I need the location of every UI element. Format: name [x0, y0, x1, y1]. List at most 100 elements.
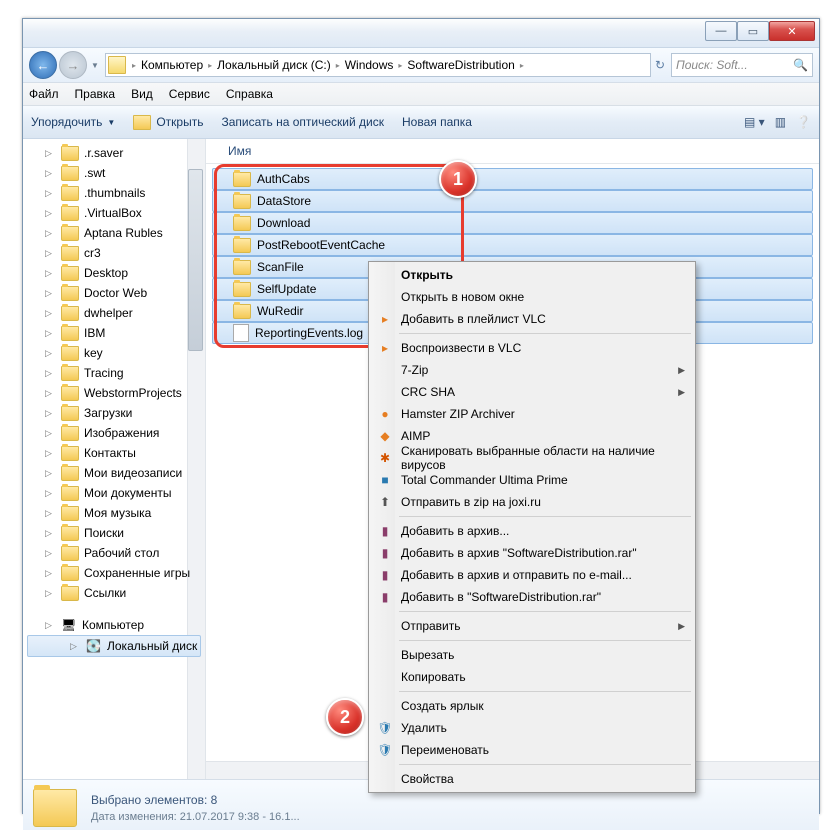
expand-icon[interactable]: ▷	[45, 328, 52, 339]
expand-icon[interactable]: ▷	[45, 488, 52, 499]
refresh-icon[interactable]: ↻	[655, 58, 665, 72]
expand-icon[interactable]: ▷	[45, 548, 52, 559]
context-menu-item[interactable]: Открыть	[371, 264, 693, 286]
expand-icon[interactable]: ▷	[70, 641, 77, 652]
sidebar-item[interactable]: ▷Aptana Rubles	[23, 223, 205, 243]
expand-icon[interactable]: ▷	[45, 588, 52, 599]
menu-edit[interactable]: Правка	[75, 87, 116, 101]
expand-icon[interactable]: ▷	[45, 168, 52, 179]
expand-icon[interactable]: ▷	[45, 388, 52, 399]
sidebar-item[interactable]: ▷Desktop	[23, 263, 205, 283]
crumb-softwaredistribution[interactable]: SoftwareDistribution	[404, 58, 517, 72]
context-menu-item[interactable]: ▮Добавить в "SoftwareDistribution.rar"	[371, 586, 693, 608]
sidebar-item[interactable]: ▷Tracing	[23, 363, 205, 383]
context-menu-item[interactable]: CRC SHA▶	[371, 381, 693, 403]
context-menu-item[interactable]: Отправить▶	[371, 615, 693, 637]
menu-view[interactable]: Вид	[131, 87, 153, 101]
sidebar-item[interactable]: ▷.r.saver	[23, 143, 205, 163]
expand-icon[interactable]: ▷	[45, 288, 52, 299]
context-menu-item[interactable]: ⬆Отправить в zip на joxi.ru	[371, 491, 693, 513]
sidebar-item[interactable]: ▷Изображения	[23, 423, 205, 443]
sidebar-item[interactable]: ▷key	[23, 343, 205, 363]
preview-pane-button[interactable]: ▥	[775, 115, 786, 129]
file-item[interactable]: DataStore	[212, 190, 813, 212]
sidebar-item[interactable]: ▷cr3	[23, 243, 205, 263]
sidebar-item[interactable]: ▷Ссылки	[23, 583, 205, 603]
context-menu-item[interactable]: ▮Добавить в архив и отправить по e-mail.…	[371, 564, 693, 586]
close-button[interactable]: ✕	[769, 21, 815, 41]
expand-icon[interactable]: ▷	[45, 448, 52, 459]
expand-icon[interactable]: ▷	[45, 308, 52, 319]
sidebar-item[interactable]: ▷.swt	[23, 163, 205, 183]
organize-button[interactable]: Упорядочить ▼	[31, 115, 115, 129]
expand-icon[interactable]: ▷	[45, 528, 52, 539]
menu-help[interactable]: Справка	[226, 87, 273, 101]
sidebar-item[interactable]: ▷.VirtualBox	[23, 203, 205, 223]
context-menu-item[interactable]: Создать ярлык	[371, 695, 693, 717]
context-menu-item[interactable]: ▸Добавить в плейлист VLC	[371, 308, 693, 330]
file-item[interactable]: Download	[212, 212, 813, 234]
newfolder-button[interactable]: Новая папка	[402, 115, 472, 129]
sidebar-item[interactable]: ▷🖥Компьютер	[23, 615, 205, 635]
context-menu-item[interactable]: ▸Воспроизвести в VLC	[371, 337, 693, 359]
open-button[interactable]: Открыть	[133, 115, 203, 130]
maximize-button[interactable]: ▭	[737, 21, 769, 41]
expand-icon[interactable]: ▷	[45, 408, 52, 419]
help-button[interactable]: ❔	[796, 115, 811, 129]
sidebar-item[interactable]: ▷Мои документы	[23, 483, 205, 503]
search-input[interactable]: Поиск: Soft... 🔍	[671, 53, 813, 77]
context-menu-item[interactable]: Свойства	[371, 768, 693, 790]
sidebar-item[interactable]: ▷dwhelper	[23, 303, 205, 323]
crumb-computer[interactable]: Компьютер	[138, 58, 206, 72]
context-menu-item[interactable]: Копировать	[371, 666, 693, 688]
expand-icon[interactable]: ▷	[45, 620, 52, 631]
view-options-button[interactable]: ▤ ▾	[744, 115, 765, 129]
sidebar-item[interactable]: ▷Рабочий стол	[23, 543, 205, 563]
expand-icon[interactable]: ▷	[45, 468, 52, 479]
menu-file[interactable]: Файл	[29, 87, 59, 101]
sidebar-item[interactable]: ▷Сохраненные игры	[23, 563, 205, 583]
crumb-disk-c[interactable]: Локальный диск (C:)	[214, 58, 334, 72]
context-menu-item[interactable]: ■Total Commander Ultima Prime	[371, 469, 693, 491]
sidebar-item[interactable]: ▷IBM	[23, 323, 205, 343]
menu-tools[interactable]: Сервис	[169, 87, 210, 101]
context-menu-item[interactable]: ✱Сканировать выбранные области на наличи…	[371, 447, 693, 469]
minimize-button[interactable]: —	[705, 21, 737, 41]
expand-icon[interactable]: ▷	[45, 208, 52, 219]
nav-history-dropdown[interactable]: ▼	[89, 52, 101, 78]
expand-icon[interactable]: ▷	[45, 228, 52, 239]
expand-icon[interactable]: ▷	[45, 148, 52, 159]
context-menu-item[interactable]: 🛡Переименовать	[371, 739, 693, 761]
expand-icon[interactable]: ▷	[45, 508, 52, 519]
back-button[interactable]: ←	[29, 51, 57, 79]
context-menu-item[interactable]: Вырезать	[371, 644, 693, 666]
expand-icon[interactable]: ▷	[45, 348, 52, 359]
forward-button[interactable]: →	[59, 51, 87, 79]
context-menu-item[interactable]: 🛡Удалить	[371, 717, 693, 739]
expand-icon[interactable]: ▷	[45, 268, 52, 279]
expand-icon[interactable]: ▷	[45, 428, 52, 439]
column-header-name[interactable]: Имя	[206, 139, 819, 164]
expand-icon[interactable]: ▷	[45, 188, 52, 199]
burn-button[interactable]: Записать на оптический диск	[221, 115, 384, 129]
context-menu-item[interactable]: ▮Добавить в архив...	[371, 520, 693, 542]
expand-icon[interactable]: ▷	[45, 368, 52, 379]
sidebar-item[interactable]: ▷Загрузки	[23, 403, 205, 423]
file-item[interactable]: AuthCabs	[212, 168, 813, 190]
context-menu-item[interactable]: 7-Zip▶	[371, 359, 693, 381]
sidebar-item[interactable]: ▷Контакты	[23, 443, 205, 463]
address-bar[interactable]: ▸ Компьютер▸ Локальный диск (C:)▸ Window…	[105, 53, 651, 77]
sidebar-item[interactable]: ▷WebstormProjects	[23, 383, 205, 403]
sidebar-item[interactable]: ▷Мои видеозаписи	[23, 463, 205, 483]
context-menu-item[interactable]: ●Hamster ZIP Archiver	[371, 403, 693, 425]
sidebar-item[interactable]: ▷💽Локальный диск (C:)	[27, 635, 201, 657]
file-item[interactable]: PostRebootEventCache	[212, 234, 813, 256]
expand-icon[interactable]: ▷	[45, 568, 52, 579]
sidebar-item[interactable]: ▷Doctor Web	[23, 283, 205, 303]
sidebar-item[interactable]: ▷Поиски	[23, 523, 205, 543]
context-menu-item[interactable]: ▮Добавить в архив "SoftwareDistribution.…	[371, 542, 693, 564]
expand-icon[interactable]: ▷	[45, 248, 52, 259]
sidebar-item[interactable]: ▷.thumbnails	[23, 183, 205, 203]
crumb-windows[interactable]: Windows	[342, 58, 397, 72]
sidebar-item[interactable]: ▷Моя музыка	[23, 503, 205, 523]
